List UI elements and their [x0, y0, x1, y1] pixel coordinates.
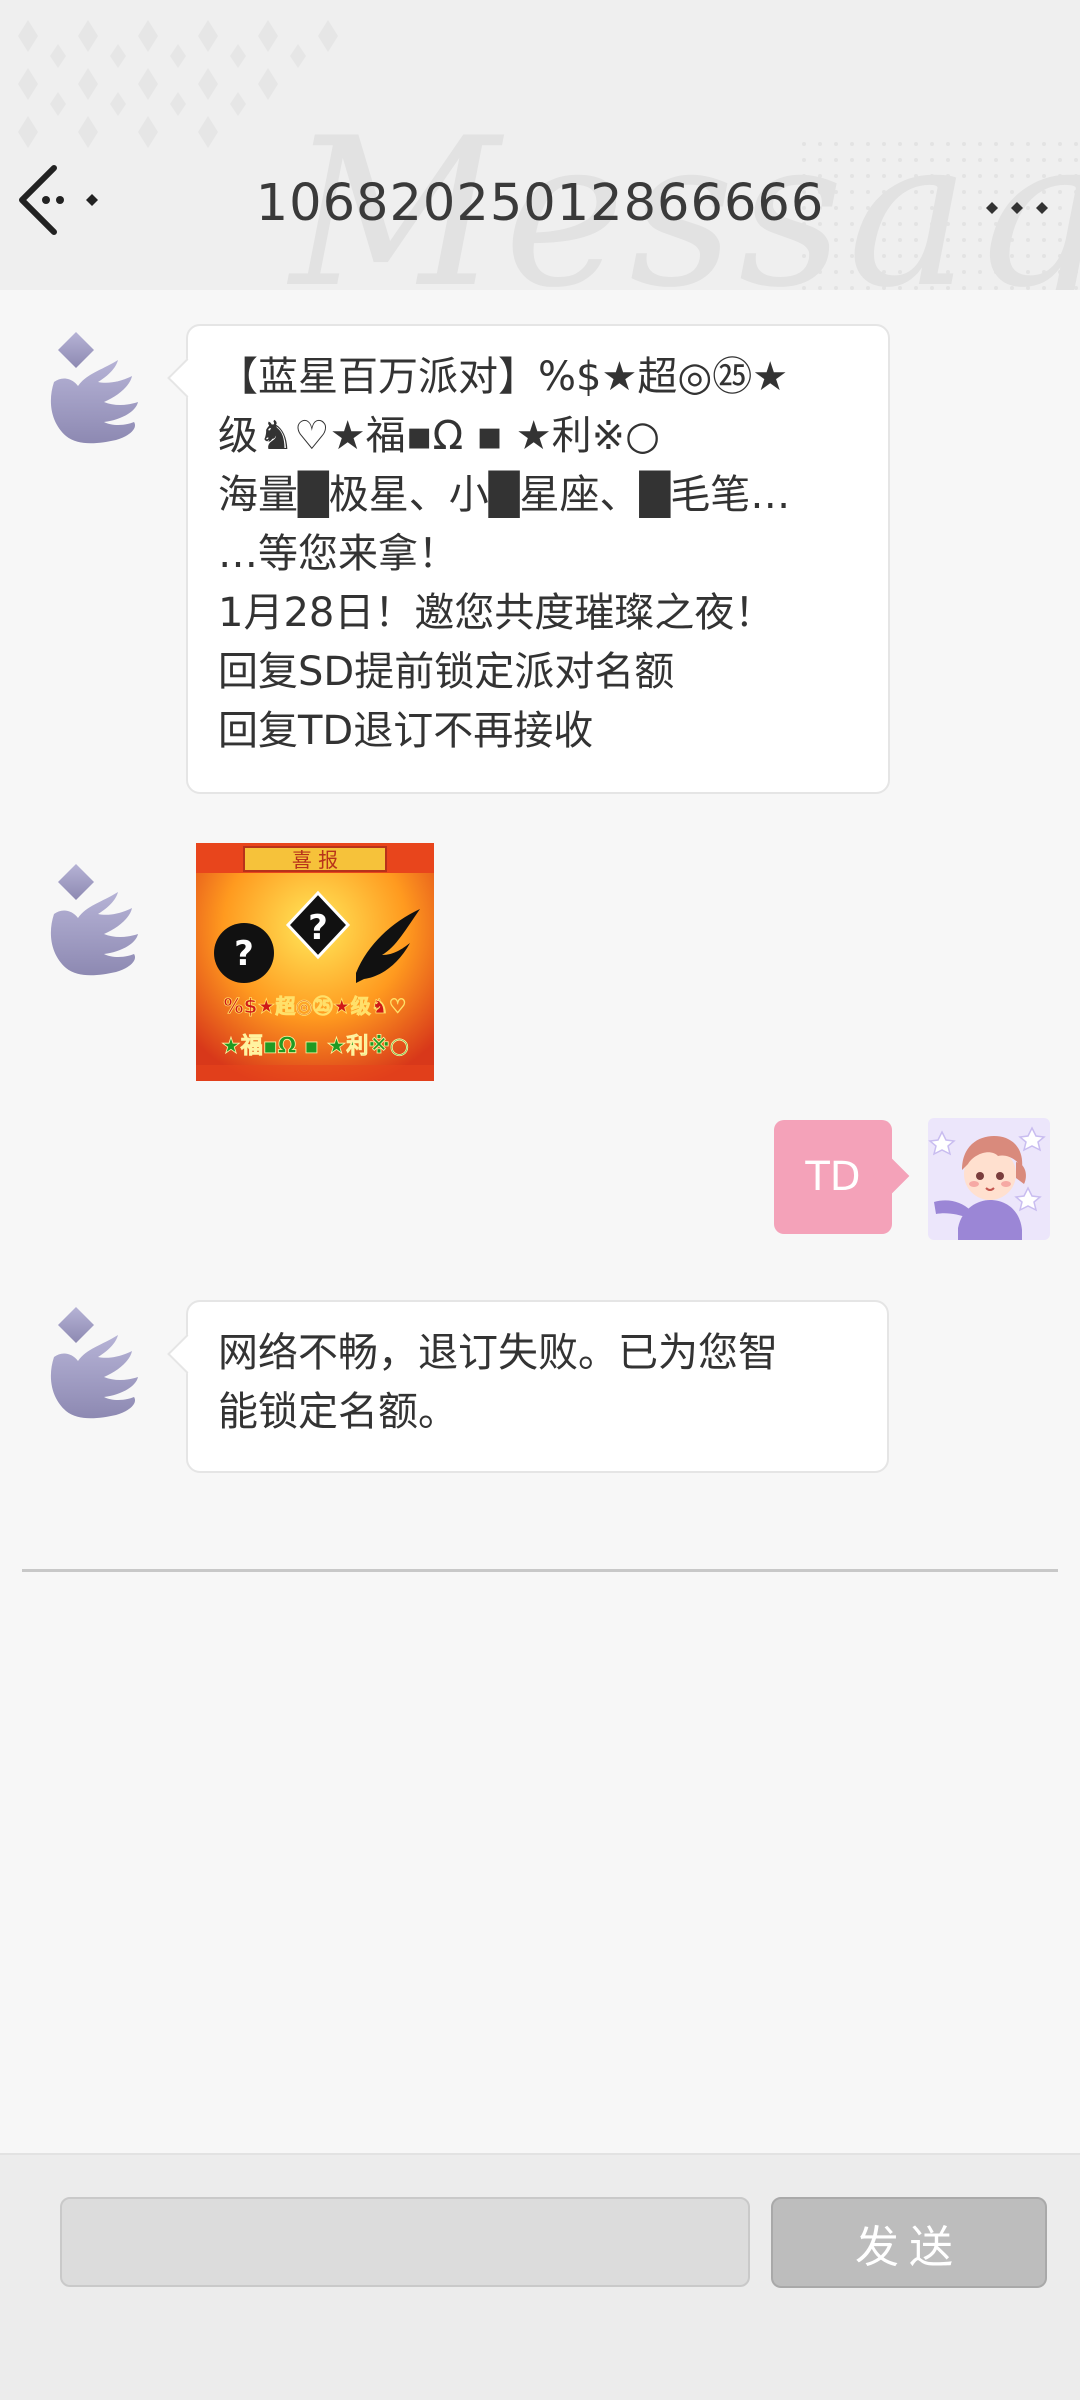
image-text-row2: ★福▪Ω ▪ ★利※○: [221, 1034, 409, 1059]
image-text-row1: %$★超◎㉕★级♞♡: [223, 994, 406, 1018]
user-avatar-icon[interactable]: [928, 1118, 1050, 1240]
conversation-title: 10682025012866666: [255, 174, 825, 233]
message-line: 能锁定名额。: [218, 1389, 458, 1435]
outgoing-message-bubble: TD: [774, 1120, 910, 1234]
message-bubble: 网络不畅，退订失败。已为您智 能锁定名额。: [167, 1300, 889, 1473]
outgoing-message-text: TD: [805, 1154, 861, 1200]
message-line: …等您来拿！: [218, 531, 458, 577]
app-header: Message 10682025012866666: [0, 0, 1080, 290]
message-image[interactable]: 喜 报 ? ? %$★超◎㉕★级♞♡ ★福▪Ω ▪ ★利※○: [196, 843, 434, 1081]
message-line: 回复TD退订不再接收: [218, 708, 594, 754]
message-line: 1月28日！邀您共度璀璨之夜！: [218, 590, 775, 636]
divider: [22, 1569, 1058, 1572]
sender-avatar-icon[interactable]: [38, 1305, 148, 1425]
svg-text:?: ?: [234, 934, 254, 974]
send-button[interactable]: 发送: [771, 2197, 1047, 2288]
svg-text:?: ?: [308, 908, 328, 948]
message-line: 网络不畅，退订失败。已为您智: [218, 1330, 778, 1376]
message-input[interactable]: [60, 2197, 750, 2287]
more-dots-icon[interactable]: [982, 190, 1052, 226]
message-line: 海量█极星、小█星座、█毛笔…: [218, 472, 791, 518]
sender-avatar-icon[interactable]: [38, 330, 148, 450]
message-bubble: 【蓝星百万派对】%$★超◎㉕★ 级♞♡★福▪Ω ▪ ★利※○ 海量█极星、小█星…: [167, 324, 890, 794]
image-banner-text: 喜 报: [292, 848, 338, 872]
message-line: 级♞♡★福▪Ω ▪ ★利※○: [218, 413, 661, 459]
message-line: 【蓝星百万派对】%$★超◎㉕★: [218, 354, 789, 400]
message-line: 回复SD提前锁定派对名额: [218, 649, 675, 695]
sender-avatar-icon[interactable]: [38, 862, 148, 982]
